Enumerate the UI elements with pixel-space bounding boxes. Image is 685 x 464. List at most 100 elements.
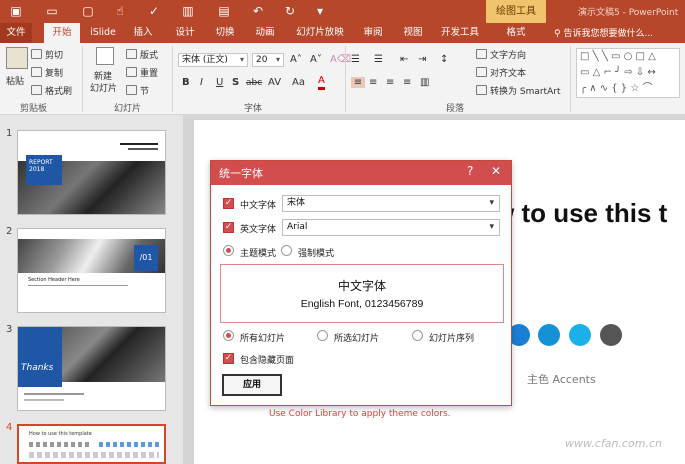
preview-english-text: English Font, 0123456789 (300, 298, 424, 310)
new-slide-label-2[interactable]: 幻灯片 (90, 81, 117, 94)
font-preview-box: 中文字体 English Font, 0123456789 (220, 264, 504, 323)
tell-me-text: 告诉我您想要做什么... (563, 29, 654, 39)
shadow-icon[interactable]: S (232, 77, 239, 88)
copy-button[interactable]: 复制 (31, 66, 63, 79)
smartart-button[interactable]: 转换为 SmartArt (476, 84, 560, 97)
section-label: 节 (140, 87, 150, 97)
slide-thumbnail-pane: 1 REPORT 2018 2 /01 Section Header Here 3… (0, 115, 183, 464)
layout-button[interactable]: 版式 (126, 48, 158, 61)
format-painter-button[interactable]: 格式刷 (31, 84, 72, 97)
grow-font-icon[interactable]: A˄ (290, 54, 302, 65)
apply-button[interactable]: 应用 (222, 374, 282, 396)
bold-icon[interactable]: B (182, 77, 190, 88)
tell-me-box[interactable]: ⚲ 告诉我您想要做什么... (554, 26, 653, 39)
help-icon[interactable]: ? (467, 164, 473, 178)
report-label: REPORT (29, 159, 53, 166)
tab-home[interactable]: 开始 (44, 23, 80, 43)
justify-icon[interactable]: ≡ (403, 77, 411, 88)
print-icon[interactable]: ▤ (216, 3, 232, 19)
font-color-icon[interactable]: A (318, 75, 325, 90)
start-from-beginning-icon[interactable]: ▭ (44, 3, 60, 19)
align-right-icon[interactable]: ≡ (386, 77, 394, 88)
smartart-icon (476, 85, 487, 95)
align-center-icon[interactable]: ≡ (369, 77, 377, 88)
report-badge: REPORT 2018 (26, 155, 62, 185)
title-bar: ▣ ▭ ▢ ☝ ✓ ▥ ▤ ↶ ↻ ▾ 绘图工具 演示文稿5 - PowerPo… (0, 0, 685, 23)
slide-thumbnail-4[interactable]: How to use this template (17, 424, 166, 464)
paragraph-group-label: 段落 (446, 104, 465, 114)
scope-selected-label: 所选幻灯片 (334, 334, 380, 344)
align-text-icon (476, 67, 487, 77)
font-name-combo[interactable]: 宋体 (正文) (178, 53, 248, 67)
slide-number: 2 (6, 226, 13, 237)
swatch-row (99, 442, 159, 447)
reset-button[interactable]: 重置 (126, 66, 158, 79)
close-icon[interactable]: ✕ (491, 164, 501, 178)
color-library-hint: Use Color Library to apply theme colors. (269, 409, 451, 419)
clear-format-icon[interactable]: A⌫ (330, 54, 351, 65)
cut-button[interactable]: 剪切 (31, 48, 63, 61)
customize-qat-icon[interactable]: ▾ (312, 3, 328, 19)
tab-design[interactable]: 设计 (170, 23, 200, 43)
mode-theme-radio[interactable] (223, 245, 234, 256)
shrink-font-icon[interactable]: A˅ (310, 54, 322, 65)
tab-slideshow[interactable]: 幻灯片放映 (292, 23, 348, 43)
include-hidden-checkbox[interactable]: ✓ (223, 353, 234, 364)
line-spacing-icon[interactable]: ↕ (440, 54, 448, 65)
new-slide-icon[interactable] (96, 47, 114, 65)
shapes-gallery[interactable]: □ ╲ ╲ ▭ ○ □ △ ▭ △ ⌐ ╯ ⇨ ⇩ ↔ ╭ ∧ ∿ { } ☆ ⌒ (576, 48, 680, 98)
tab-format[interactable]: 格式 (498, 23, 534, 43)
en-font-checkbox[interactable]: ✓ (223, 222, 234, 233)
align-left-icon[interactable]: ≡ (351, 77, 365, 88)
preview-chinese-text: 中文字体 (337, 279, 386, 293)
font-size-combo[interactable]: 20 (252, 53, 284, 67)
italic-icon[interactable]: I (200, 77, 203, 88)
tab-transitions[interactable]: 切换 (210, 23, 240, 43)
cn-font-select[interactable]: 宋体 (282, 195, 500, 212)
redo-icon[interactable]: ↻ (282, 3, 298, 19)
slide-thumbnail-1[interactable]: REPORT 2018 (17, 130, 166, 215)
scope-sequence-radio[interactable] (412, 330, 423, 341)
group-divider (172, 46, 173, 112)
reset-label: 重置 (140, 69, 159, 79)
text-direction-button[interactable]: 文字方向 (476, 48, 526, 61)
en-font-select[interactable]: Arial (282, 219, 500, 236)
paste-icon[interactable] (6, 47, 28, 69)
cn-font-checkbox[interactable]: ✓ (223, 198, 234, 209)
numbering-icon[interactable]: ☰ (374, 54, 383, 65)
tab-review[interactable]: 审阅 (358, 23, 388, 43)
open-icon[interactable]: ▥ (180, 3, 196, 19)
bullets-icon[interactable]: ☰ (351, 54, 360, 65)
strikethrough-icon[interactable]: abc (246, 78, 262, 88)
undo-icon[interactable]: ↶ (250, 3, 266, 19)
mode-force-radio[interactable] (281, 245, 292, 256)
tab-insert[interactable]: 插入 (128, 23, 158, 43)
align-text-button[interactable]: 对齐文本 (476, 66, 526, 79)
year-label: 2018 (29, 166, 45, 173)
underline-icon[interactable]: U (216, 77, 223, 88)
tab-developer[interactable]: 开发工具 (438, 23, 482, 43)
char-spacing-icon[interactable]: AV (268, 77, 281, 88)
save-icon[interactable]: ▣ (8, 3, 24, 19)
increase-indent-icon[interactable]: ⇥ (418, 54, 426, 65)
tab-islide[interactable]: iSlide (86, 23, 120, 43)
format-painter-qat-icon[interactable]: ✓ (146, 3, 162, 19)
decrease-indent-icon[interactable]: ⇤ (400, 54, 408, 65)
columns-icon[interactable]: ▥ (420, 77, 429, 88)
touch-mode-icon[interactable]: ☝ (112, 3, 128, 19)
slide-title-text[interactable]: w to use this t (494, 198, 667, 229)
slide-thumbnail-2[interactable]: /01 Section Header Here (17, 228, 166, 313)
section-button[interactable]: 节 (126, 84, 149, 97)
tab-animations[interactable]: 动画 (250, 23, 280, 43)
paste-button[interactable]: 粘贴 (6, 74, 24, 87)
tab-file[interactable]: 文件 (0, 23, 32, 43)
swatch-row (29, 452, 159, 458)
new-file-icon[interactable]: ▢ (80, 3, 96, 19)
change-case-icon[interactable]: Aa (292, 77, 305, 88)
tab-view[interactable]: 视图 (398, 23, 428, 43)
slide-thumbnail-3[interactable]: Thanks (17, 326, 166, 411)
layout-icon (126, 49, 137, 59)
section-icon (126, 85, 137, 95)
scope-all-radio[interactable] (223, 330, 234, 341)
scope-selected-radio[interactable] (317, 330, 328, 341)
